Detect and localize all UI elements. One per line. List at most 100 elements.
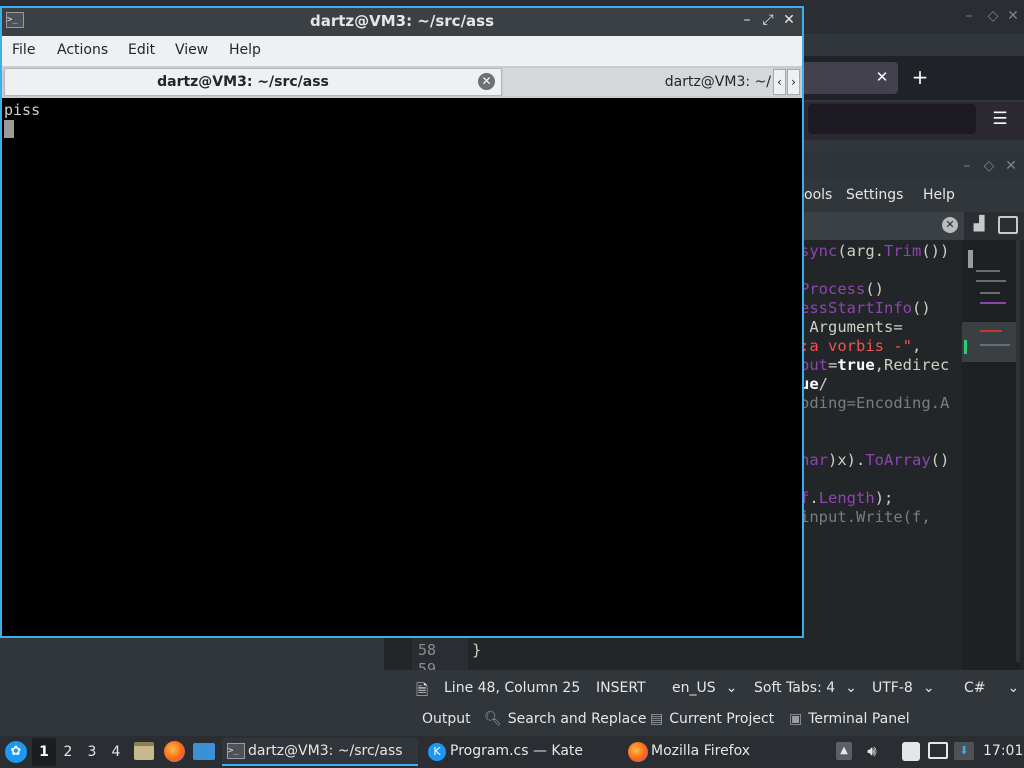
code-token: )x).	[828, 451, 866, 469]
desktop-2[interactable]: 2	[58, 744, 78, 760]
firefox-url-input[interactable]	[808, 104, 976, 134]
tab-scroll-right-icon[interactable]: ›	[787, 69, 800, 95]
indent-label: Soft Tabs: 4	[754, 680, 836, 696]
tab-close-icon[interactable]: ✕	[478, 73, 495, 90]
code-token: ,Redirec	[874, 356, 950, 374]
notes-icon[interactable]	[902, 742, 920, 761]
maximize-icon[interactable]: ⤢	[759, 10, 777, 30]
clipboard-icon[interactable]: ▲	[836, 742, 852, 760]
kate-close-icon[interactable]: ✕	[1002, 156, 1020, 176]
line-number: 59	[418, 660, 437, 670]
toolview-search-button[interactable]: 🔍︎ Search and Replace	[484, 711, 647, 727]
code-token: =	[828, 356, 838, 374]
desktop-1[interactable]: 1	[34, 744, 54, 760]
firefox-launcher-icon[interactable]	[164, 741, 185, 762]
firefox-close-icon[interactable]: ✕	[1004, 6, 1022, 26]
kate-menu-settings[interactable]: Settings	[846, 187, 903, 203]
code-token: .	[874, 242, 885, 260]
code-line: Process()	[800, 280, 884, 299]
firefox-tab-close-icon[interactable]: ✕	[870, 62, 894, 92]
code-token: Trim	[884, 242, 922, 260]
display-icon[interactable]	[928, 742, 948, 759]
code-token: ToArray	[865, 451, 931, 469]
chevron-down-icon: ⌄	[725, 680, 738, 696]
volume-icon[interactable]: 🔊︎	[862, 741, 882, 761]
menu-view[interactable]: View	[175, 42, 208, 58]
terminal-tab-label: dartz@VM3: ~/	[664, 74, 771, 90]
project-icon: ▤	[650, 711, 664, 727]
toolview-project-button[interactable]: ▤ Current Project	[650, 711, 774, 727]
code-token: har	[800, 451, 828, 469]
code-token: (	[837, 242, 847, 260]
dictionary-label: en_US	[672, 680, 716, 696]
code-line: har)x).ToArray()	[800, 451, 949, 470]
code-line: oding=Encoding.A	[800, 394, 949, 413]
menu-help[interactable]: Help	[229, 42, 261, 58]
code-area[interactable]: sync(arg.Trim()) Process() essStartInfo() …	[800, 242, 960, 642]
kate-tab-active[interactable]	[804, 212, 964, 240]
chevron-down-icon: ⌄	[1007, 680, 1020, 696]
kate-split-icon[interactable]: ▟	[970, 216, 988, 234]
search-icon: 🔍︎	[484, 711, 502, 727]
firefox-icon	[628, 742, 648, 762]
code-token: ()	[930, 451, 950, 469]
terminal-output-line: piss	[4, 101, 41, 119]
editor-scrollbar[interactable]	[1016, 240, 1020, 662]
encoding-select[interactable]: UTF-8 ⌄	[872, 680, 935, 696]
menu-file[interactable]: File	[12, 42, 35, 58]
toolview-project-label: Current Project	[669, 711, 775, 727]
cursor-position[interactable]: Line 48, Column 25	[444, 680, 580, 696]
desktop-3[interactable]: 3	[82, 744, 102, 760]
kate-view-split-icon[interactable]	[998, 216, 1018, 234]
terminal-content[interactable]	[2, 98, 802, 636]
task-firefox-label: Mozilla Firefox	[651, 743, 751, 759]
code-token: ())	[921, 242, 950, 260]
task-kate-label: Program.cs — Kate	[450, 743, 584, 759]
code-token: arg	[846, 242, 875, 260]
tab-scroll-left-icon[interactable]: ‹	[773, 69, 786, 95]
kate-tab-close-icon[interactable]: ✕	[942, 217, 958, 233]
terminal-cursor	[4, 120, 14, 138]
firefox-minimize-icon[interactable]: –	[960, 6, 978, 26]
window-title: dartz@VM3: ~/src/ass	[309, 12, 495, 30]
start-menu-icon[interactable]: ✿	[5, 741, 27, 763]
code-line: input.Write(f,	[800, 508, 931, 527]
kate-icon: K	[428, 743, 446, 761]
input-mode[interactable]: INSERT	[596, 680, 646, 696]
terminal-menubar	[2, 36, 802, 66]
show-desktop-icon[interactable]	[193, 743, 215, 760]
toolview-terminal-label: Terminal Panel	[808, 711, 910, 727]
menu-edit[interactable]: Edit	[128, 42, 155, 58]
indent-select[interactable]: Soft Tabs: 4 ⌄	[754, 680, 857, 696]
toolview-output-button[interactable]: Output	[422, 711, 471, 727]
desktop-4[interactable]: 4	[106, 744, 126, 760]
new-tab-plus-icon[interactable]: +	[906, 62, 934, 92]
dictionary-select[interactable]: en_US ⌄	[672, 680, 737, 696]
syntax-select[interactable]: C# ⌄	[964, 680, 1019, 696]
menu-actions[interactable]: Actions	[57, 42, 108, 58]
terminal-tab-label: dartz@VM3: ~/src/ass	[157, 74, 329, 90]
toolview-terminal-button[interactable]: ▣ Terminal Panel	[789, 711, 910, 727]
kate-menu-tools[interactable]: ools	[804, 187, 832, 203]
close-icon[interactable]: ✕	[780, 10, 798, 30]
file-manager-icon[interactable]	[134, 742, 154, 760]
line-number: 58	[418, 641, 437, 659]
clock[interactable]: 17:01	[983, 743, 1023, 759]
code-token: ()	[865, 280, 884, 298]
task-terminal-label: dartz@VM3: ~/src/ass	[248, 743, 403, 759]
code-line: out=true,Redirec	[800, 356, 949, 375]
code-token: ()	[911, 299, 931, 317]
updates-icon[interactable]: ⬇	[954, 742, 974, 760]
code-minimap[interactable]	[962, 240, 1020, 670]
kate-maximize-icon[interactable]: ◇	[980, 156, 998, 176]
code-token: true	[837, 356, 875, 374]
firefox-maximize-icon[interactable]: ◇	[984, 6, 1002, 26]
chevron-down-icon: ⌄	[845, 680, 857, 696]
code-line: essStartInfo()	[800, 299, 931, 318]
terminal-panel-icon: ▣	[789, 711, 803, 727]
minimize-icon[interactable]: –	[738, 10, 756, 30]
kate-minimize-icon[interactable]: –	[958, 156, 976, 176]
code-token: Process	[800, 280, 866, 298]
kate-menu-help[interactable]: Help	[923, 187, 955, 203]
hamburger-menu-icon[interactable]: ☰	[988, 104, 1012, 134]
